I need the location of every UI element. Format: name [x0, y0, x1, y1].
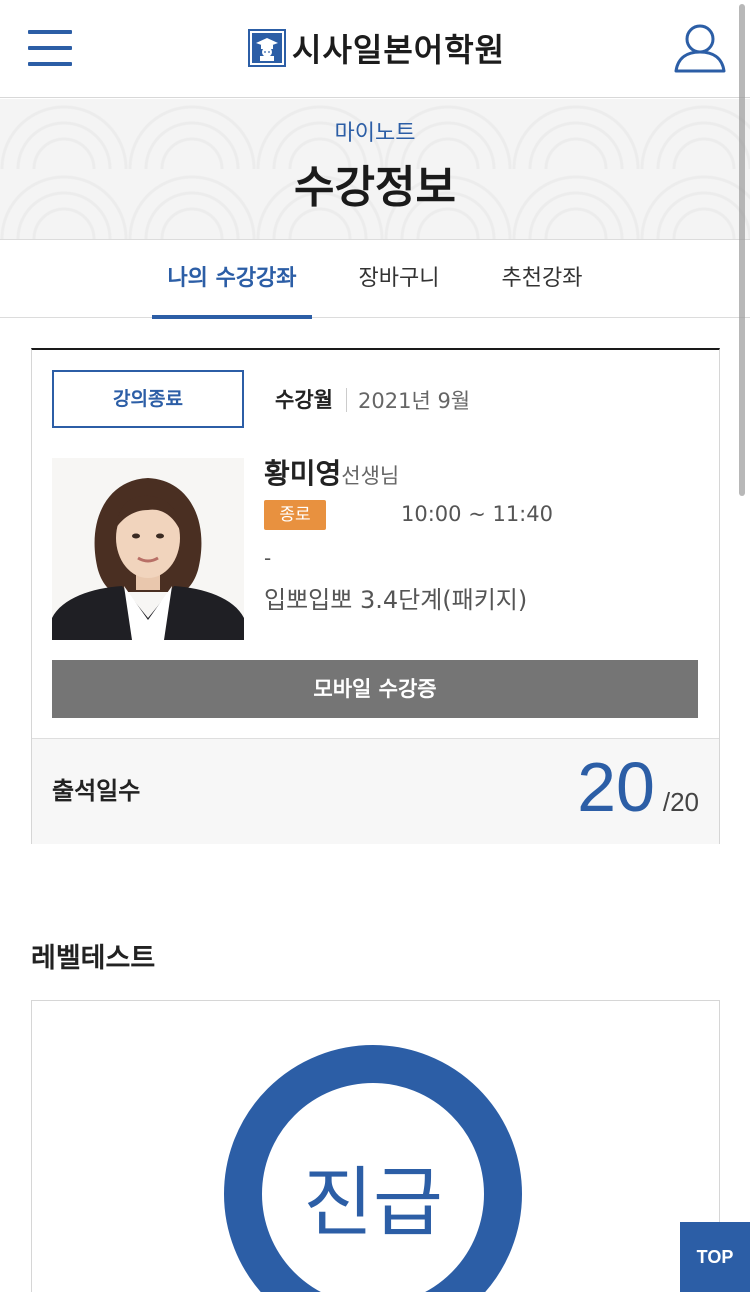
scroll-top-button[interactable]: TOP — [680, 1222, 750, 1292]
attendance-value: 20 — [577, 748, 655, 826]
campus-badge: 종로 — [264, 500, 326, 530]
tab-recommended[interactable]: 추천강좌 — [482, 240, 602, 318]
course-name: 입뽀입뽀 3.4단계(패키지) — [264, 586, 528, 614]
level-result: 진급 — [303, 1158, 443, 1247]
page-banner: 마이노트 수강정보 — [0, 99, 750, 240]
logo-emblem-icon — [248, 29, 286, 67]
level-test-title: 레벨테스트 — [31, 943, 156, 974]
attendance-section: 출석일수 20 /20 — [32, 738, 719, 844]
course-status-badge: 강의종료 — [52, 370, 244, 428]
scrollbar[interactable] — [739, 4, 745, 496]
teacher-suffix: 선생님 — [341, 464, 400, 488]
page-title: 수강정보 — [294, 162, 456, 213]
month-value: 2021년 9월 — [358, 389, 471, 413]
breadcrumb[interactable]: 마이노트 — [0, 115, 750, 147]
hamburger-menu-icon[interactable] — [28, 28, 72, 68]
logo[interactable]: 시사일본어학원 — [248, 28, 506, 69]
course-card: 강의종료 수강월 2021년 9월 황미영선생님 종로 10:00 ~ 11:4… — [31, 348, 720, 844]
month-label: 수강월 — [275, 388, 333, 412]
teacher-name-text: 황미영 — [264, 457, 342, 490]
mobile-pass-button[interactable]: 모바일 수강증 — [52, 660, 698, 718]
tab-cart[interactable]: 장바구니 — [340, 240, 458, 318]
class-time: 10:00 ~ 11:40 — [401, 502, 553, 526]
tab-bar: 나의 수강강좌 장바구니 추천강좌 — [0, 240, 750, 319]
logo-text: 시사일본어학원 — [292, 31, 506, 69]
teacher-photo — [52, 458, 244, 640]
attendance-total: /20 — [662, 787, 699, 817]
tab-my-courses[interactable]: 나의 수강강좌 — [152, 240, 312, 319]
divider — [346, 388, 347, 412]
teacher-name: 황미영선생님 — [264, 452, 399, 492]
level-test-card: 진급 — [31, 1000, 720, 1292]
attendance-label: 출석일수 — [52, 777, 141, 805]
class-dash: - — [264, 546, 272, 570]
app-header: 시사일본어학원 — [0, 0, 750, 98]
user-icon[interactable] — [672, 22, 728, 74]
